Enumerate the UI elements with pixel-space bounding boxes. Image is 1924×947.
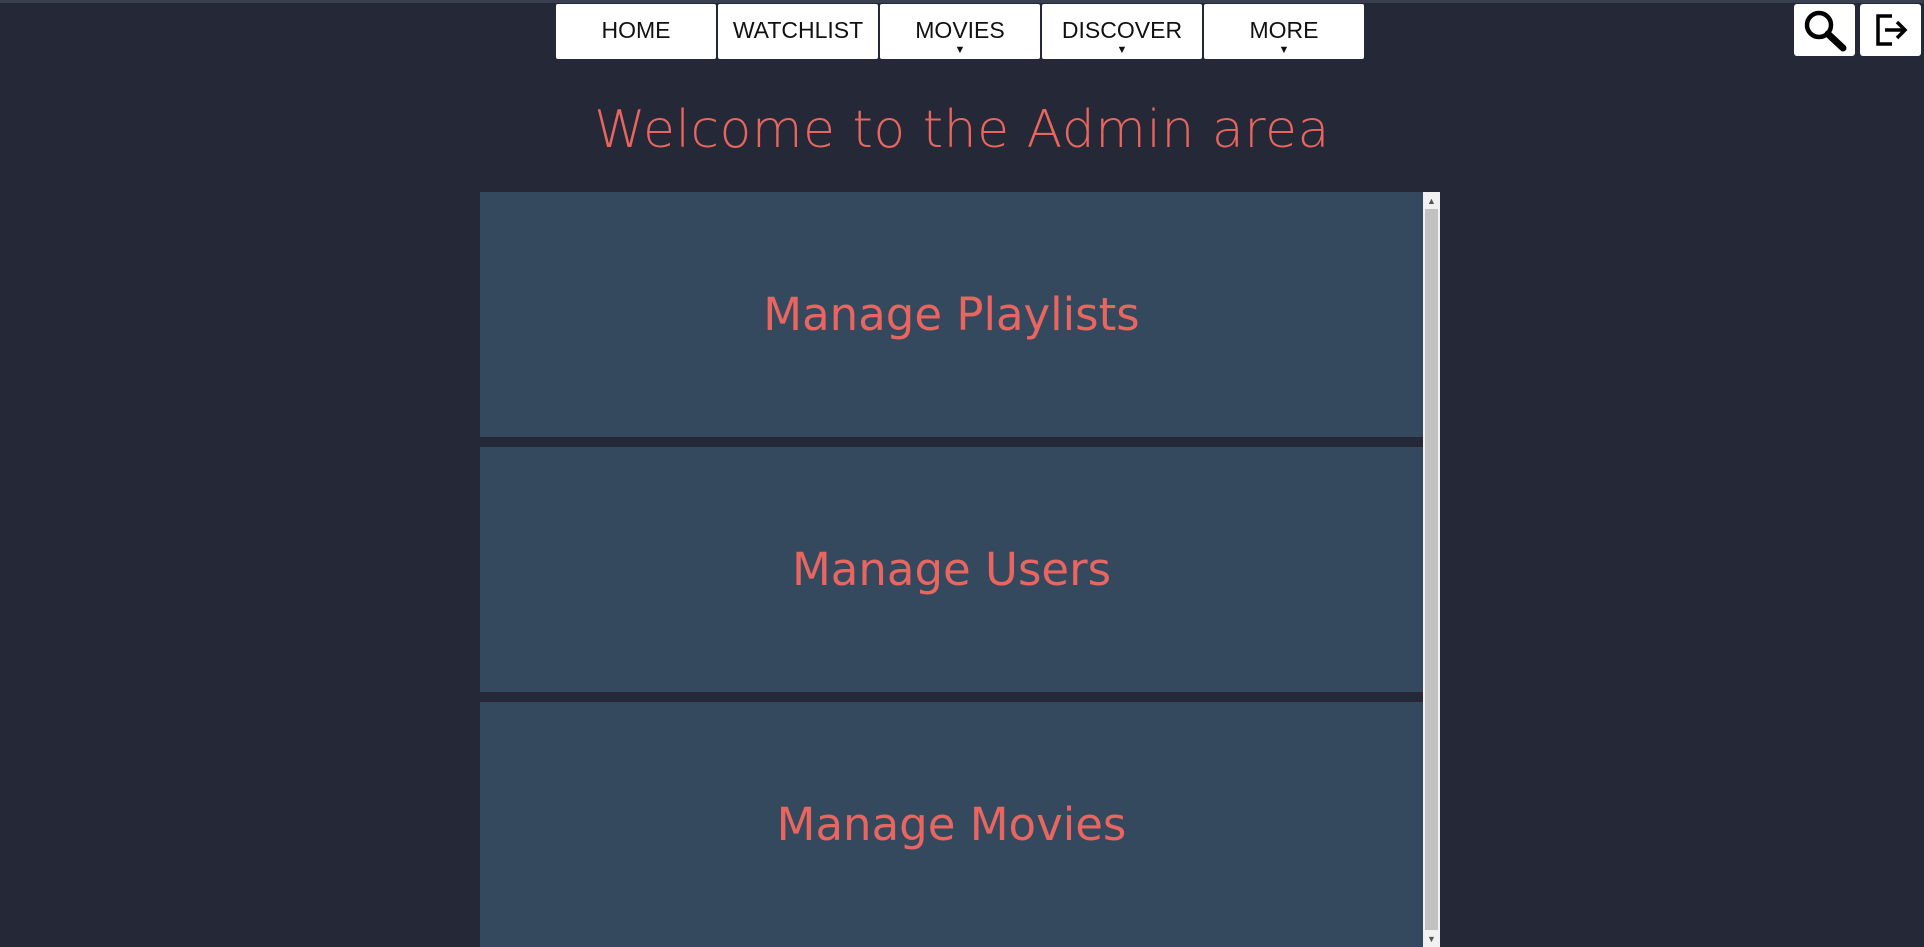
page-title: Welcome to the Admin area — [594, 100, 1330, 160]
manage-users-card[interactable]: Manage Users — [480, 447, 1423, 692]
top-border — [0, 0, 1924, 3]
logout-icon — [1875, 14, 1907, 46]
dropdown-caret-icon: ▼ — [1278, 44, 1290, 56]
manage-movies-label: Manage Movies — [776, 798, 1127, 851]
search-button[interactable] — [1794, 4, 1855, 56]
manage-playlists-card[interactable]: Manage Playlists — [480, 192, 1423, 437]
nav-movies-label: MOVIES — [915, 17, 1005, 43]
nav-more-label: MORE — [1249, 17, 1319, 43]
scroll-down-icon[interactable]: ▼ — [1423, 930, 1440, 947]
nav-watchlist-button[interactable]: WATCHLIST — [718, 4, 878, 59]
dropdown-caret-icon: ▼ — [954, 44, 966, 56]
nav-movies-button[interactable]: MOVIES ▼ — [880, 4, 1040, 59]
nav-more-button[interactable]: MORE ▼ — [1204, 4, 1364, 59]
admin-cards-panel: Manage Playlists Manage Users Manage Mov… — [480, 192, 1440, 947]
main-nav: HOME WATCHLIST MOVIES ▼ DISCOVER ▼ MORE … — [556, 4, 1364, 59]
manage-playlists-label: Manage Playlists — [763, 288, 1140, 341]
nav-home-button[interactable]: HOME — [556, 4, 716, 59]
manage-users-label: Manage Users — [791, 543, 1112, 596]
admin-card-list: Manage Playlists Manage Users Manage Mov… — [480, 192, 1423, 947]
logout-button[interactable] — [1860, 4, 1921, 56]
search-icon — [1804, 10, 1846, 52]
nav-discover-button[interactable]: DISCOVER ▼ — [1042, 4, 1202, 59]
nav-discover-label: DISCOVER — [1061, 17, 1183, 43]
manage-movies-card[interactable]: Manage Movies — [480, 702, 1423, 947]
admin-page: HOME WATCHLIST MOVIES ▼ DISCOVER ▼ MORE … — [0, 0, 1924, 947]
panel-scrollbar[interactable]: ▲ ▼ — [1423, 192, 1440, 947]
dropdown-caret-icon: ▼ — [1116, 44, 1128, 56]
scroll-up-icon[interactable]: ▲ — [1423, 192, 1440, 209]
scrollbar-thumb[interactable] — [1425, 209, 1438, 930]
nav-home-label: HOME — [601, 17, 671, 43]
nav-watchlist-label: WATCHLIST — [732, 17, 864, 43]
